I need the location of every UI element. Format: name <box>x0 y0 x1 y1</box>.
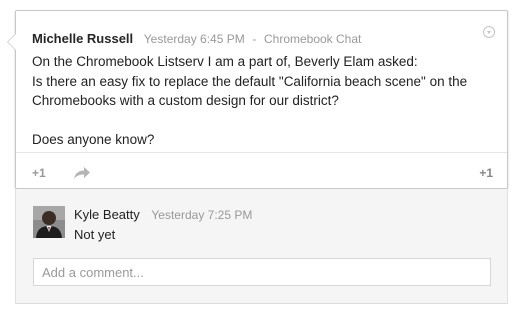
actions-divider <box>16 152 507 153</box>
post-community-link[interactable]: Chromebook Chat <box>264 32 361 46</box>
post-timestamp[interactable]: Yesterday 6:45 PM <box>144 32 245 46</box>
add-comment-input[interactable] <box>33 258 491 286</box>
chevron-down-icon[interactable] <box>483 26 495 38</box>
post-body-line: Does anyone know? <box>32 132 155 147</box>
post-author-name[interactable]: Michelle Russell <box>32 31 133 46</box>
post-body: On the Chromebook Listserv I am a part o… <box>32 52 492 150</box>
post-body-line: Is there an easy fix to replace the defa… <box>32 73 468 109</box>
comment-text: Not yet <box>74 227 116 242</box>
meta-separator: - <box>252 32 257 46</box>
comments-panel: Kyle Beatty Yesterday 7:25 PM Not yet <box>15 189 508 304</box>
plus-one-button[interactable]: +1 <box>32 166 46 180</box>
post-container: Michelle Russell Yesterday 6:45 PM - Chr… <box>0 0 517 311</box>
plus-one-count[interactable]: +1 <box>479 166 493 180</box>
comment-author-name[interactable]: Kyle Beatty <box>74 207 140 222</box>
post-body-line: On the Chromebook Listserv I am a part o… <box>32 54 418 69</box>
avatar[interactable] <box>33 206 65 238</box>
post-pointer <box>7 33 16 51</box>
share-icon[interactable] <box>73 166 91 180</box>
post-card: Michelle Russell Yesterday 6:45 PM - Chr… <box>7 10 508 189</box>
post-header: Michelle Russell Yesterday 6:45 PM - Chr… <box>32 31 361 46</box>
avatar-image <box>33 206 65 238</box>
comment-header: Kyle Beatty Yesterday 7:25 PM <box>74 207 252 222</box>
comment-timestamp[interactable]: Yesterday 7:25 PM <box>151 208 252 222</box>
